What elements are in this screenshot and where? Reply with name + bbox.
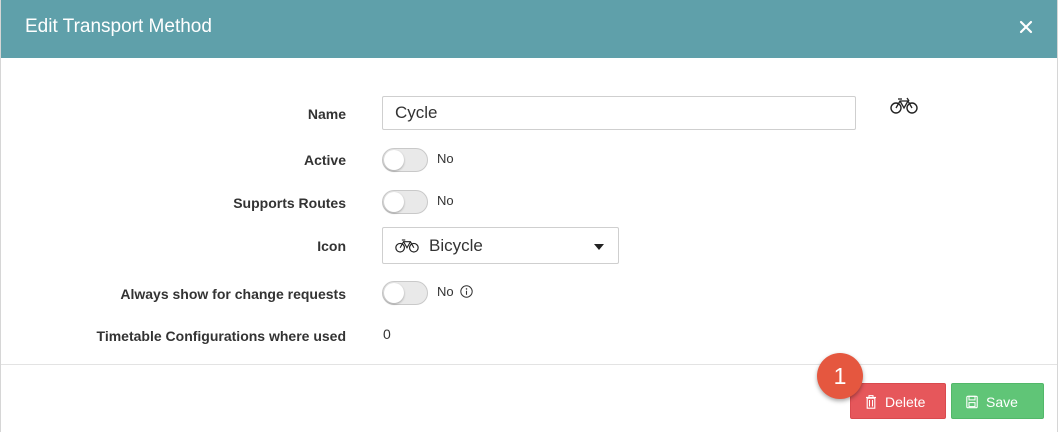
trash-icon (866, 395, 876, 409)
step-number-badge: 1 (817, 353, 863, 399)
supports-routes-toggle[interactable] (382, 190, 428, 214)
dialog-title: Edit Transport Method (25, 16, 212, 37)
icon-select[interactable]: Bicycle (382, 227, 619, 264)
close-button[interactable] (1013, 14, 1039, 40)
active-toggle[interactable] (382, 148, 428, 172)
always-show-label: Always show for change requests (120, 286, 346, 302)
footer-divider (1, 364, 1057, 365)
icon-select-value: Bicycle (429, 236, 483, 255)
save-icon (966, 395, 978, 409)
supports-routes-label: Supports Routes (233, 195, 346, 211)
toggle-knob (384, 150, 404, 170)
always-show-toggle[interactable] (382, 281, 428, 305)
supports-routes-state-text: No (437, 193, 454, 208)
toggle-knob (384, 192, 404, 212)
timetable-configs-label: Timetable Configurations where used (96, 328, 346, 344)
toggle-knob (384, 283, 404, 303)
edit-transport-method-dialog: Edit Transport Method Name Active No Sup… (0, 0, 1058, 432)
name-input[interactable] (382, 96, 856, 130)
active-state-text: No (437, 151, 454, 166)
bicycle-icon (890, 97, 918, 114)
bicycle-icon (395, 239, 419, 253)
timetable-configs-value: 0 (383, 326, 391, 342)
info-icon[interactable] (460, 285, 473, 298)
save-button[interactable]: Save (951, 383, 1044, 419)
icon-label: Icon (317, 238, 346, 254)
active-label: Active (303, 152, 346, 168)
close-icon (1019, 20, 1033, 34)
delete-button[interactable]: Delete (850, 383, 946, 419)
caret-down-icon (594, 244, 604, 250)
dialog-header: Edit Transport Method (1, 0, 1057, 58)
save-button-label: Save (986, 394, 1018, 410)
delete-button-label: Delete (885, 394, 926, 410)
name-label: Name (307, 106, 346, 122)
always-show-state-text: No (437, 284, 454, 299)
